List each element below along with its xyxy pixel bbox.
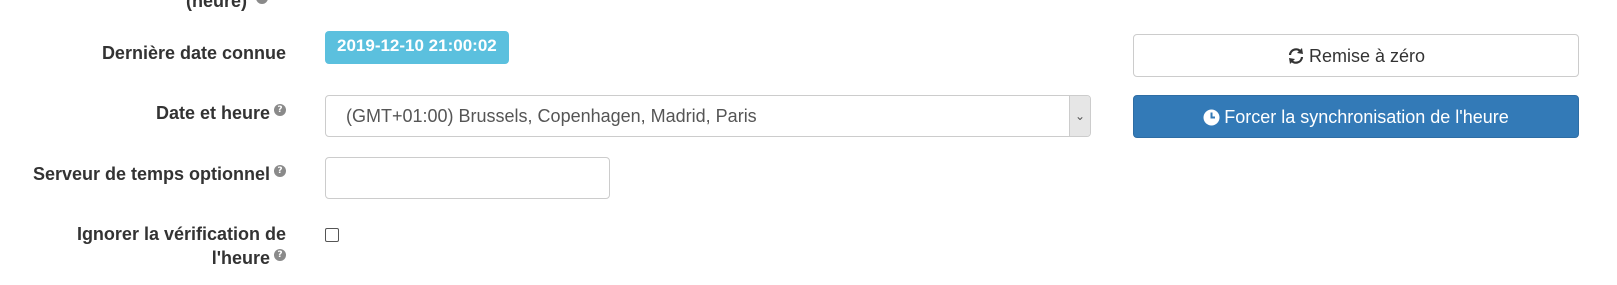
refresh-icon <box>1287 39 1305 80</box>
time-server-input[interactable] <box>325 157 610 199</box>
clock-icon <box>1203 100 1220 141</box>
help-icon[interactable]: ? <box>274 104 286 116</box>
timezone-selected-value: (GMT+01:00) Brussels, Copenhagen, Madrid… <box>346 106 757 126</box>
chevron-down-icon[interactable]: ⌄ <box>1069 96 1090 136</box>
ignore-time-check-label: Ignorer la vérification de l'heure? <box>76 224 286 268</box>
help-icon[interactable]: ? <box>274 165 286 177</box>
previous-field-label: (heure) ? <box>186 0 268 11</box>
datetime-label: Date et heure? <box>156 101 286 125</box>
ignore-time-check-checkbox[interactable] <box>325 228 339 242</box>
force-sync-button[interactable]: Forcer la synchronisation de l'heure <box>1133 95 1579 138</box>
time-server-label: Serveur de temps optionnel? <box>33 162 286 186</box>
last-known-date-badge: 2019-12-10 21:00:02 <box>325 31 509 64</box>
timezone-select[interactable]: (GMT+01:00) Brussels, Copenhagen, Madrid… <box>325 95 1091 137</box>
reset-button[interactable]: Remise à zéro <box>1133 34 1579 77</box>
last-known-date-label: Dernière date connue <box>101 43 286 63</box>
help-icon[interactable]: ? <box>256 0 268 4</box>
help-icon[interactable]: ? <box>274 249 286 261</box>
